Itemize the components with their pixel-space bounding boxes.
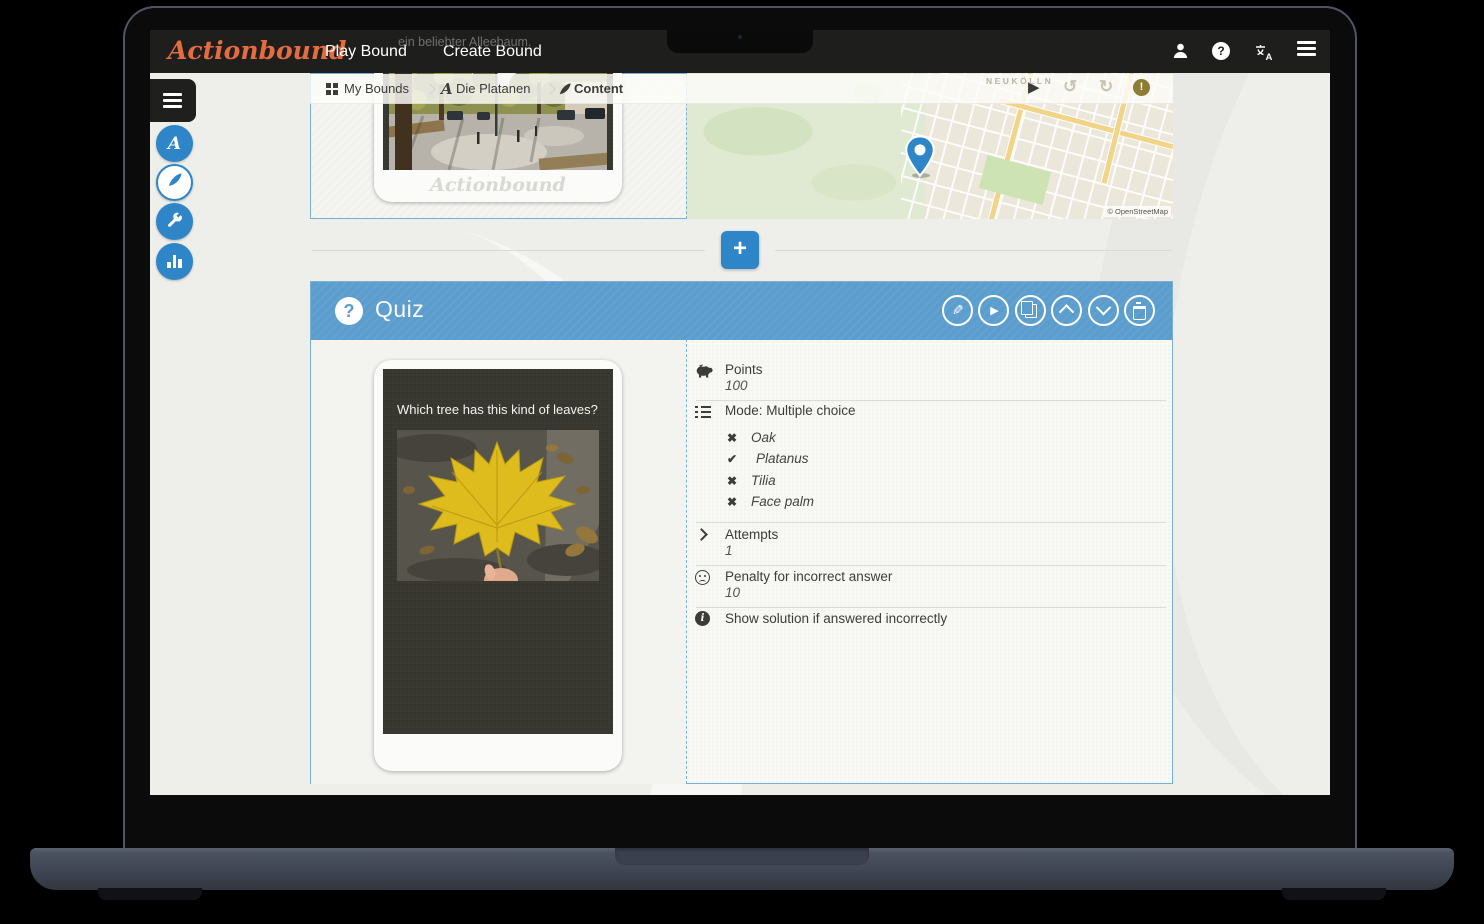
feather-icon <box>558 82 572 101</box>
sidebar-content-button[interactable] <box>156 164 193 201</box>
map-pin[interactable] <box>904 135 936 182</box>
feather-icon <box>167 172 183 193</box>
laptop-foot <box>1282 888 1386 900</box>
bar-chart-icon <box>167 255 182 268</box>
map-district-label: NEUKÖLLN <box>986 76 1053 86</box>
camera-notch <box>667 30 813 53</box>
attempts-value: 1 <box>725 543 733 558</box>
penalty-label: Penalty for incorrect answer <box>725 569 892 584</box>
quiz-question-text: Which tree has this kind of leaves? <box>397 402 598 417</box>
actionbound-watermark: Actionbound <box>374 174 622 196</box>
menu-hamburger-icon[interactable] <box>1297 44 1316 50</box>
cross-icon: ✖ <box>727 431 737 445</box>
penalty-value: 10 <box>725 585 740 600</box>
add-element-button[interactable]: + <box>721 231 759 269</box>
chevron-down-icon <box>1096 300 1112 316</box>
quiz-type-icon: ? <box>335 297 363 325</box>
actionbound-logo[interactable]: Actionbound <box>168 36 347 65</box>
quiz-panel-header: ? Quiz ✎ ▶ <box>311 282 1172 340</box>
nav-play-bound[interactable]: Play Bound <box>325 30 407 73</box>
translate-icon[interactable]: A <box>1254 43 1274 66</box>
points-value: 100 <box>725 378 748 393</box>
play-icon: ▶ <box>990 304 998 317</box>
move-up-button[interactable] <box>1051 295 1082 326</box>
bound-a-icon: A <box>168 134 181 154</box>
info-icon: i <box>695 611 710 626</box>
cross-icon: ✖ <box>727 495 737 509</box>
map-attribution: © OpenStreetMap <box>1104 206 1171 217</box>
my-bounds-grid-icon <box>326 83 331 88</box>
quiz-divider-dashed <box>686 339 687 784</box>
mode-label: Mode: Multiple choice <box>725 403 856 418</box>
sidebar-settings-button[interactable] <box>156 203 193 240</box>
breadcrumb-my-bounds[interactable]: My Bounds <box>344 74 409 104</box>
add-row-line <box>775 250 1172 251</box>
option-label: Oak <box>751 430 776 445</box>
quiz-panel-title: Quiz <box>375 296 424 323</box>
breadcrumb-separator-icon <box>544 83 555 94</box>
check-icon: ✔ <box>727 452 737 466</box>
laptop-base <box>30 848 1454 890</box>
svg-text:A: A <box>1266 52 1273 61</box>
sidebar-stats-button[interactable] <box>156 243 193 280</box>
divider <box>696 607 1166 608</box>
pencil-icon: ✎ <box>952 302 964 319</box>
edit-button[interactable]: ✎ <box>942 295 973 326</box>
user-icon[interactable] <box>1172 42 1189 64</box>
divider <box>696 565 1166 566</box>
option-label: Face palm <box>751 494 814 509</box>
scrolled-phone-text: ein beliebter Alleebaum. <box>398 35 531 49</box>
move-down-button[interactable] <box>1088 295 1119 326</box>
help-icon[interactable]: ? <box>1212 42 1230 60</box>
attempts-label: Attempts <box>725 527 778 542</box>
divider <box>696 400 1166 401</box>
add-row-line <box>312 250 705 251</box>
laptop-lid-notch <box>615 848 869 865</box>
solution-label: Show solution if answered incorrectly <box>725 611 947 626</box>
divider <box>696 522 1166 523</box>
breadcrumb-content[interactable]: Content <box>574 74 623 104</box>
sidebar-toggle-button[interactable] <box>150 79 196 122</box>
option-label: Tilia <box>751 473 776 488</box>
wrench-icon <box>167 212 182 232</box>
redo-icon[interactable]: ↻ <box>1099 77 1113 97</box>
points-piggy-icon <box>695 363 713 383</box>
warning-icon[interactable]: ! <box>1133 79 1150 96</box>
preview-button[interactable]: ▶ <box>978 295 1009 326</box>
cross-icon: ✖ <box>727 474 737 488</box>
quiz-phone-preview: Which tree has this kind of leaves? <box>374 360 622 771</box>
points-label: Points <box>725 362 763 377</box>
laptop-screen: NEUKÖLLN © OpenStreetMap ein beliebter A… <box>150 30 1330 795</box>
chevron-up-icon <box>1059 304 1075 320</box>
breadcrumb-separator-icon <box>424 83 435 94</box>
penalty-frown-icon <box>695 570 710 585</box>
leaf-photo <box>397 430 599 581</box>
copy-icon <box>1025 304 1037 318</box>
sidebar-bound-button[interactable]: A <box>156 125 193 162</box>
bound-a-icon: A <box>441 74 453 104</box>
breadcrumb-bound-name[interactable]: Die Platanen <box>456 74 530 104</box>
laptop-foot <box>98 888 202 900</box>
option-label: Platanus <box>756 451 809 466</box>
mode-list-icon <box>695 406 711 418</box>
undo-icon[interactable]: ↺ <box>1063 77 1077 97</box>
trash-icon <box>1133 306 1146 320</box>
breadcrumb-content-label: Content <box>574 81 623 96</box>
quiz-phone-screen: Which tree has this kind of leaves? <box>383 369 613 734</box>
delete-button[interactable] <box>1124 295 1155 326</box>
duplicate-button[interactable] <box>1015 295 1046 326</box>
webcam-icon <box>738 35 742 39</box>
